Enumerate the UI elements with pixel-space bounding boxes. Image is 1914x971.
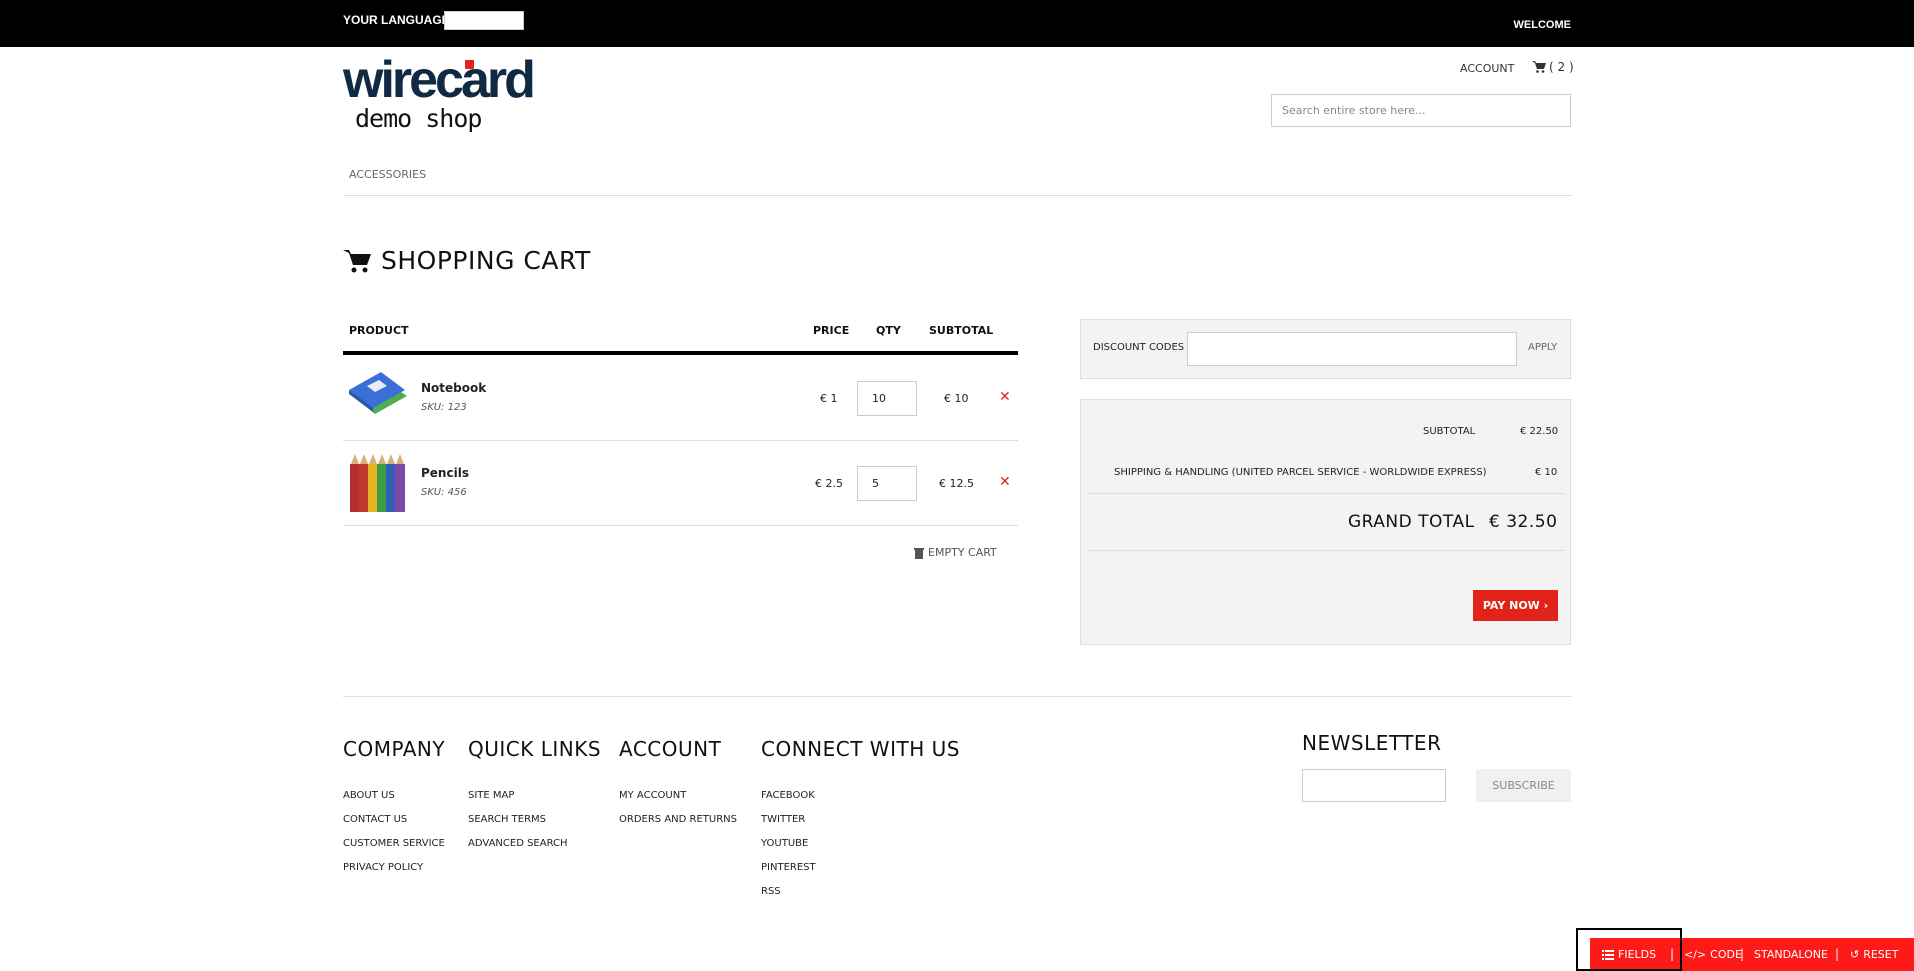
code-label: CODE <box>1710 948 1742 961</box>
notebook-icon[interactable] <box>345 366 410 431</box>
subscribe-button[interactable]: SUBSCRIBE <box>1476 769 1571 802</box>
product-name[interactable]: Pencils <box>421 466 469 480</box>
footer-link[interactable]: YOUTUBE <box>761 838 808 849</box>
product-subtotal: € 12.5 <box>939 477 974 490</box>
trash-icon <box>914 547 924 559</box>
footer-link[interactable]: TWITTER <box>761 814 805 825</box>
footer-heading-account: ACCOUNT <box>619 737 722 761</box>
footer-link[interactable]: ADVANCED SEARCH <box>468 838 568 849</box>
product-sku: SKU: 456 <box>421 487 467 498</box>
footer-heading-connect: CONNECT WITH US <box>761 737 960 761</box>
search-input[interactable] <box>1271 94 1571 127</box>
grand-total-value: € 32.50 <box>1489 512 1558 532</box>
footer-link[interactable]: CONTACT US <box>343 814 407 825</box>
shipping-value: € 10 <box>1535 467 1558 478</box>
footer-link[interactable]: SITE MAP <box>468 790 514 801</box>
language-label: YOUR LANGUAGE: <box>343 13 454 27</box>
footer-divider <box>343 696 1571 697</box>
reset-button[interactable]: ↺ RESET <box>1850 948 1898 961</box>
footer-link[interactable]: SEARCH TERMS <box>468 814 546 825</box>
row-divider <box>343 440 1018 441</box>
cart-icon <box>1532 61 1546 73</box>
footer-link[interactable]: PRIVACY POLICY <box>343 862 423 873</box>
code-button[interactable]: </> CODE <box>1684 948 1742 961</box>
remove-item-icon[interactable]: ✕ <box>999 474 1011 490</box>
footer-link[interactable]: RSS <box>761 886 781 897</box>
row-divider <box>343 525 1018 526</box>
column-header-product: PRODUCT <box>349 324 409 337</box>
mini-cart-link[interactable]: ( 2 ) <box>1532 60 1574 74</box>
logo-wordmark: wirecard <box>343 51 536 109</box>
code-icon: </> <box>1684 948 1707 961</box>
pencils-icon[interactable] <box>347 450 412 515</box>
product-name[interactable]: Notebook <box>421 381 486 395</box>
standalone-label: STANDALONE <box>1754 948 1828 961</box>
quantity-input[interactable] <box>857 466 917 501</box>
nav-item-accessories[interactable]: ACCESSORIES <box>349 168 426 181</box>
site-logo[interactable]: wirecard demo shop <box>343 54 553 140</box>
welcome-text: WELCOME <box>1513 19 1571 31</box>
account-link[interactable]: ACCOUNT <box>1460 62 1514 75</box>
cart-icon <box>343 249 371 272</box>
footer-heading-quick-links: QUICK LINKS <box>468 737 602 761</box>
logo-dot <box>465 60 474 69</box>
page-title-text: SHOPPING CART <box>381 246 591 275</box>
logo-subtitle: demo shop <box>355 104 482 133</box>
footer-heading-company: COMPANY <box>343 737 446 761</box>
empty-cart-button[interactable]: EMPTY CART <box>914 546 997 559</box>
dev-separator: | <box>1740 947 1745 961</box>
footer-link[interactable]: ABOUT US <box>343 790 395 801</box>
pay-now-button[interactable]: PAY NOW › <box>1473 590 1558 621</box>
column-header-qty: QTY <box>876 324 901 337</box>
footer-link[interactable]: PINTEREST <box>761 862 816 873</box>
totals-divider <box>1087 550 1565 551</box>
column-header-subtotal: SUBTOTAL <box>929 324 994 337</box>
shipping-label: SHIPPING & HANDLING (UNITED PARCEL SERVI… <box>1114 467 1487 478</box>
product-sku: SKU: 123 <box>421 402 467 413</box>
quantity-input[interactable] <box>857 381 917 416</box>
empty-cart-label: EMPTY CART <box>928 546 997 559</box>
column-header-price: PRICE <box>813 324 850 337</box>
footer-link[interactable]: CUSTOMER SERVICE <box>343 838 445 849</box>
standalone-button[interactable]: STANDALONE <box>1754 948 1828 961</box>
remove-item-icon[interactable]: ✕ <box>999 389 1011 405</box>
footer-link[interactable]: MY ACCOUNT <box>619 790 686 801</box>
subtotal-value: € 22.50 <box>1520 426 1559 437</box>
page-title: SHOPPING CART <box>343 246 591 275</box>
table-header-rule <box>343 351 1018 355</box>
fields-highlight-frame <box>1576 928 1682 971</box>
language-select[interactable] <box>444 11 524 30</box>
discount-code-input[interactable] <box>1187 332 1517 366</box>
reset-label: RESET <box>1863 948 1899 961</box>
dev-separator: | <box>1835 947 1840 961</box>
discount-label: DISCOUNT CODES <box>1093 342 1185 353</box>
product-price: € 2.5 <box>815 477 843 490</box>
footer-heading-newsletter: NEWSLETTER <box>1302 731 1442 755</box>
cart-count: ( 2 ) <box>1549 60 1574 74</box>
footer-link[interactable]: FACEBOOK <box>761 790 815 801</box>
subtotal-label: SUBTOTAL <box>1423 426 1476 437</box>
newsletter-email-input[interactable] <box>1302 769 1446 802</box>
product-price: € 1 <box>820 392 838 405</box>
reset-icon: ↺ <box>1850 948 1860 961</box>
grand-total-label: GRAND TOTAL <box>1348 512 1475 532</box>
apply-discount-button[interactable]: APPLY <box>1528 342 1557 353</box>
totals-divider <box>1087 493 1565 494</box>
product-subtotal: € 10 <box>944 392 969 405</box>
nav-divider <box>343 195 1571 196</box>
top-bar: YOUR LANGUAGE: WELCOME <box>0 0 1914 47</box>
footer-link[interactable]: ORDERS AND RETURNS <box>619 814 737 825</box>
